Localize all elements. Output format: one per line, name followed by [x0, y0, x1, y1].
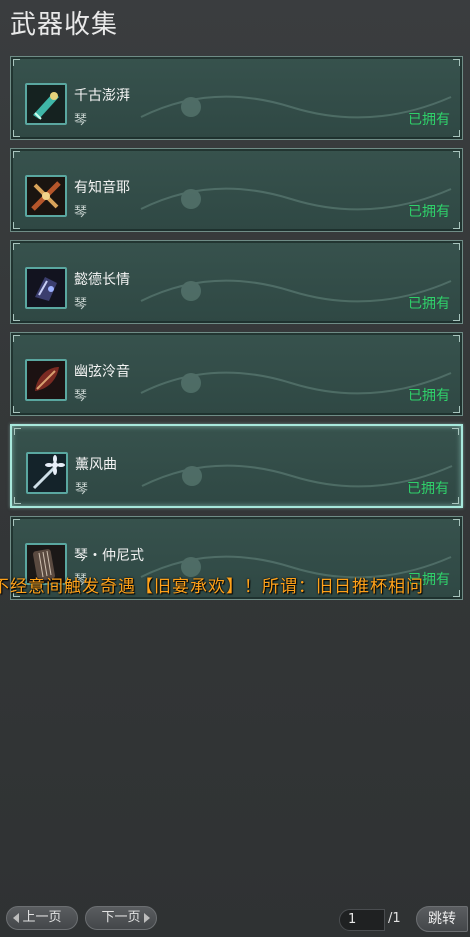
jade-blade-icon	[25, 83, 67, 125]
weapon-type: 琴	[74, 113, 88, 128]
weapon-type: 琴	[75, 482, 89, 497]
weapon-name: 幽弦泠音	[74, 364, 130, 380]
chevron-left-icon	[13, 913, 19, 923]
dark-crystal-icon	[25, 267, 67, 309]
weapon-card[interactable]: 千古澎湃 琴 已拥有	[10, 56, 463, 140]
prev-page-label: 上一页	[22, 910, 62, 925]
weapon-card[interactable]: 幽弦泠音 琴 已拥有	[10, 332, 463, 416]
crossed-sticks-icon	[25, 175, 67, 217]
prev-page-button[interactable]: 上一页	[6, 906, 78, 930]
page-title: 武器收集	[10, 10, 119, 40]
next-page-label: 下一页	[101, 910, 141, 925]
weapon-card[interactable]: 懿德长情 琴 已拥有	[10, 240, 463, 324]
weapon-card[interactable]: 有知音耶 琴 已拥有	[10, 148, 463, 232]
announcement-text: 不经意间触发奇遇【旧宴承欢】！所谓：旧日推杯相问	[0, 577, 424, 597]
weapon-type: 琴	[74, 297, 88, 312]
weapon-name: 有知音耶	[74, 180, 130, 196]
owned-status: 已拥有	[408, 112, 450, 128]
page-number-input[interactable]: 1	[339, 909, 385, 931]
next-page-button[interactable]: 下一页	[85, 906, 157, 930]
weapon-name: 琴・仲尼式	[74, 548, 144, 564]
red-feather-icon	[25, 359, 67, 401]
owned-status: 已拥有	[407, 481, 449, 497]
weapon-type: 琴	[74, 389, 88, 404]
weapon-list: 千古澎湃 琴 已拥有 有知音耶 琴 已拥有 懿德长情 琴 已拥有 幽弦泠音 琴 …	[10, 56, 463, 608]
owned-status: 已拥有	[408, 296, 450, 312]
weapon-name: 懿德长情	[74, 272, 130, 288]
weapon-name: 薰风曲	[75, 457, 117, 473]
owned-status: 已拥有	[408, 204, 450, 220]
flower-sword-icon	[26, 452, 68, 494]
owned-status: 已拥有	[408, 388, 450, 404]
weapon-card-selected[interactable]: 薰风曲 琴 已拥有	[10, 424, 463, 508]
jump-button[interactable]: 跳转	[416, 906, 468, 932]
page-total: /1	[388, 911, 401, 926]
scrolling-announcement: 不经意间触发奇遇【旧宴承欢】！所谓：旧日推杯相问	[0, 572, 470, 597]
weapon-name: 千古澎湃	[74, 88, 130, 104]
chevron-right-icon	[144, 913, 150, 923]
weapon-type: 琴	[74, 205, 88, 220]
